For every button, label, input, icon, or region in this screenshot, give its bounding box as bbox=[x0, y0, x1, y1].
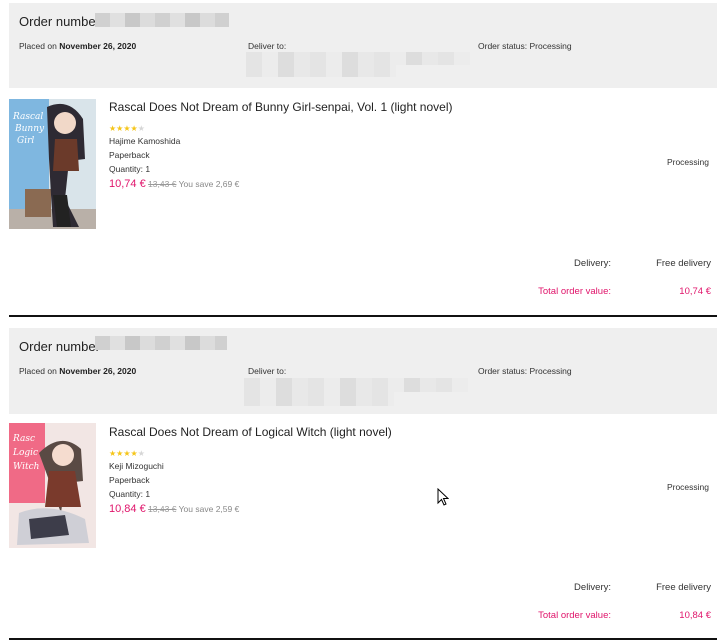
book-quantity: Quantity: 1 bbox=[109, 489, 151, 499]
delivery-label: Delivery: bbox=[574, 582, 611, 593]
svg-text:Witch: Witch bbox=[13, 462, 39, 472]
old-price: 13,43 € bbox=[148, 179, 177, 189]
divider bbox=[9, 638, 717, 640]
book-cover-image[interactable]: Rasc Logic Witch bbox=[9, 423, 96, 548]
svg-text:Girl: Girl bbox=[17, 136, 34, 146]
order-status: Order status: Processing bbox=[478, 41, 572, 51]
star-icon: ★ bbox=[137, 449, 145, 458]
placed-date: November 26, 2020 bbox=[59, 41, 137, 51]
book-title[interactable]: Rascal Does Not Dream of Bunny Girl-senp… bbox=[109, 100, 452, 114]
old-price: 13,43 € bbox=[148, 504, 177, 514]
book-cover-image[interactable]: Rascal Bunny Girl bbox=[9, 99, 96, 229]
redacted-address-line bbox=[244, 378, 468, 392]
delivery-label: Delivery: bbox=[574, 258, 611, 269]
book-format: Paperback bbox=[109, 150, 150, 160]
book-quantity: Quantity: 1 bbox=[109, 164, 151, 174]
order-status: Order status: Processing bbox=[478, 366, 572, 376]
redacted-address-line bbox=[246, 65, 396, 77]
book-author: Hajime Kamoshida bbox=[109, 136, 181, 146]
savings-text: You save 2,59 € bbox=[178, 504, 240, 514]
order-status-value: Processing bbox=[529, 366, 572, 376]
mouse-cursor-icon bbox=[437, 488, 449, 506]
total-value: 10,74 € bbox=[679, 286, 711, 297]
delivery-value: Free delivery bbox=[656, 582, 711, 593]
placed-on: Placed on November 26, 2020 bbox=[19, 41, 137, 51]
redacted-address-line bbox=[246, 52, 470, 65]
star-icon: ★★★★ bbox=[109, 124, 138, 133]
svg-text:Rascal: Rascal bbox=[12, 112, 43, 122]
price-row: 10,84 € 13,43 € You save 2,59 € bbox=[109, 503, 239, 515]
savings-text: You save 2,69 € bbox=[178, 179, 240, 189]
order-card: Order number Placed on November 26, 2020… bbox=[9, 3, 717, 319]
placed-on: Placed on November 26, 2020 bbox=[19, 366, 137, 376]
placed-date: November 26, 2020 bbox=[59, 366, 137, 376]
order-number-label: Order number bbox=[19, 14, 100, 29]
current-price: 10,84 € bbox=[109, 503, 146, 515]
order-status-value: Processing bbox=[529, 41, 572, 51]
delivery-value: Free delivery bbox=[656, 258, 711, 269]
divider bbox=[9, 315, 717, 317]
redacted-order-number bbox=[95, 13, 229, 27]
book-title[interactable]: Rascal Does Not Dream of Logical Witch (… bbox=[109, 425, 392, 439]
current-price: 10,74 € bbox=[109, 178, 146, 190]
star-icon: ★★★★ bbox=[109, 449, 138, 458]
deliver-to-label: Deliver to: bbox=[248, 41, 287, 51]
svg-text:Bunny: Bunny bbox=[14, 124, 45, 134]
redacted-order-number bbox=[95, 336, 227, 350]
redacted-address-line bbox=[244, 392, 394, 406]
deliver-to-label: Deliver to: bbox=[248, 366, 287, 376]
order-header: Order number Placed on November 26, 2020… bbox=[9, 3, 717, 88]
rating-stars: ★★★★★ bbox=[109, 449, 145, 458]
total-value: 10,84 € bbox=[679, 610, 711, 621]
total-label: Total order value: bbox=[538, 286, 611, 297]
book-format: Paperback bbox=[109, 475, 150, 485]
rating-stars: ★★★★★ bbox=[109, 124, 145, 133]
item-status: Processing bbox=[666, 482, 709, 492]
star-icon: ★ bbox=[137, 124, 145, 133]
svg-text:Logic: Logic bbox=[12, 448, 38, 458]
total-label: Total order value: bbox=[538, 610, 611, 621]
order-card: Order number Placed on November 26, 2020… bbox=[9, 328, 717, 641]
book-author: Keji Mizoguchi bbox=[109, 461, 164, 471]
order-number-label: Order number bbox=[19, 339, 100, 354]
price-row: 10,74 € 13,43 € You save 2,69 € bbox=[109, 178, 239, 190]
order-header: Order number Placed on November 26, 2020… bbox=[9, 328, 717, 414]
svg-text:Rasc: Rasc bbox=[12, 434, 35, 444]
item-status: Processing bbox=[666, 157, 709, 167]
